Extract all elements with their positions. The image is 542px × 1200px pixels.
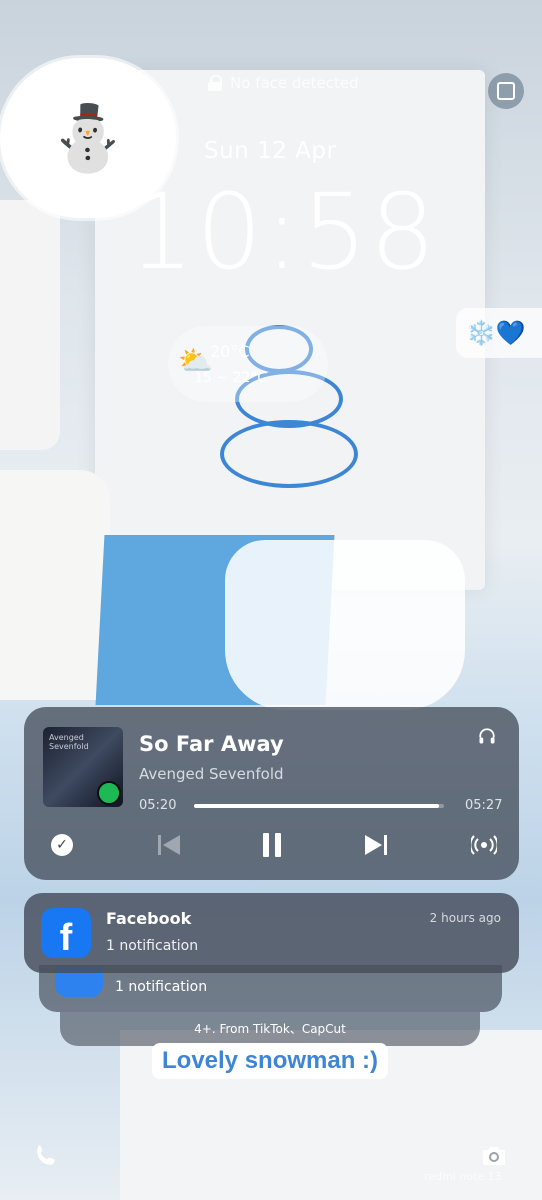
more-notifications-text: 4+. From TikTok、CapCut <box>194 1022 346 1036</box>
notification-app-name: Facebook <box>106 909 192 928</box>
song-title: So Far Away <box>139 732 284 756</box>
widgets-button[interactable] <box>488 73 524 109</box>
widgets-icon <box>497 82 515 100</box>
lockscreen-clock: 10:58 <box>128 171 438 293</box>
notification-stack-more[interactable]: 4+. From TikTok、CapCut <box>60 1012 480 1046</box>
pause-button[interactable] <box>254 827 290 863</box>
previous-button[interactable] <box>151 827 187 863</box>
device-watermark: redmi note 13 <box>424 1170 502 1183</box>
wallpaper-caption: Lovely snowman :) <box>152 1043 389 1079</box>
total-time: 05:27 <box>465 798 503 813</box>
wallpaper-doodle <box>220 420 358 488</box>
artist-name: Avenged Sevenfold <box>139 765 284 783</box>
phone-shortcut[interactable] <box>28 1138 64 1174</box>
lockscreen-date: Sun 12 Apr <box>204 138 337 164</box>
wallpaper-emoji-pill: ❄️💙 <box>456 308 542 358</box>
seek-bar[interactable] <box>194 804 444 808</box>
pause-icon <box>263 833 281 857</box>
phone-icon <box>37 1145 55 1165</box>
camera-shortcut[interactable] <box>476 1138 512 1174</box>
weather-current-temp: 20°C <box>210 342 250 361</box>
snowman-icon: ⛄ <box>48 101 128 176</box>
checkmark-icon: ✓ <box>51 834 73 856</box>
lock-icon <box>208 75 222 91</box>
weather-temp-range: 15 ~ 22°C <box>194 370 268 386</box>
weather-widget[interactable]: ⛅ 20°C 15 ~ 22°C <box>168 326 328 402</box>
media-player-card[interactable]: Avenged Sevenfold So Far Away Avenged Se… <box>24 707 519 880</box>
album-art-text: Avenged Sevenfold <box>49 733 89 751</box>
seek-bar-fill <box>194 804 439 808</box>
headphones-icon[interactable] <box>478 727 496 745</box>
broadcast-icon <box>471 835 497 855</box>
elapsed-time: 05:20 <box>139 798 177 813</box>
next-button[interactable] <box>358 827 394 863</box>
face-unlock-status: No face detected <box>208 74 359 92</box>
wallpaper-mug <box>0 200 60 450</box>
notification-second-text: 1 notification <box>115 979 208 995</box>
spotify-icon <box>97 781 121 805</box>
wallpaper-cup-center <box>225 540 465 710</box>
notification-time: 2 hours ago <box>429 911 501 925</box>
like-button[interactable]: ✓ <box>44 827 80 863</box>
face-status-text: No face detected <box>230 74 359 92</box>
output-device-button[interactable] <box>466 827 502 863</box>
wallpaper-cup-left <box>0 470 110 700</box>
album-art[interactable]: Avenged Sevenfold <box>43 727 123 807</box>
facebook-icon: f <box>41 908 91 958</box>
notification-text: 1 notification <box>106 938 199 954</box>
skip-previous-icon <box>158 835 180 855</box>
notification-facebook[interactable]: f Facebook 2 hours ago 1 notification <box>24 893 519 973</box>
skip-next-icon <box>365 835 387 855</box>
camera-icon <box>483 1147 505 1165</box>
